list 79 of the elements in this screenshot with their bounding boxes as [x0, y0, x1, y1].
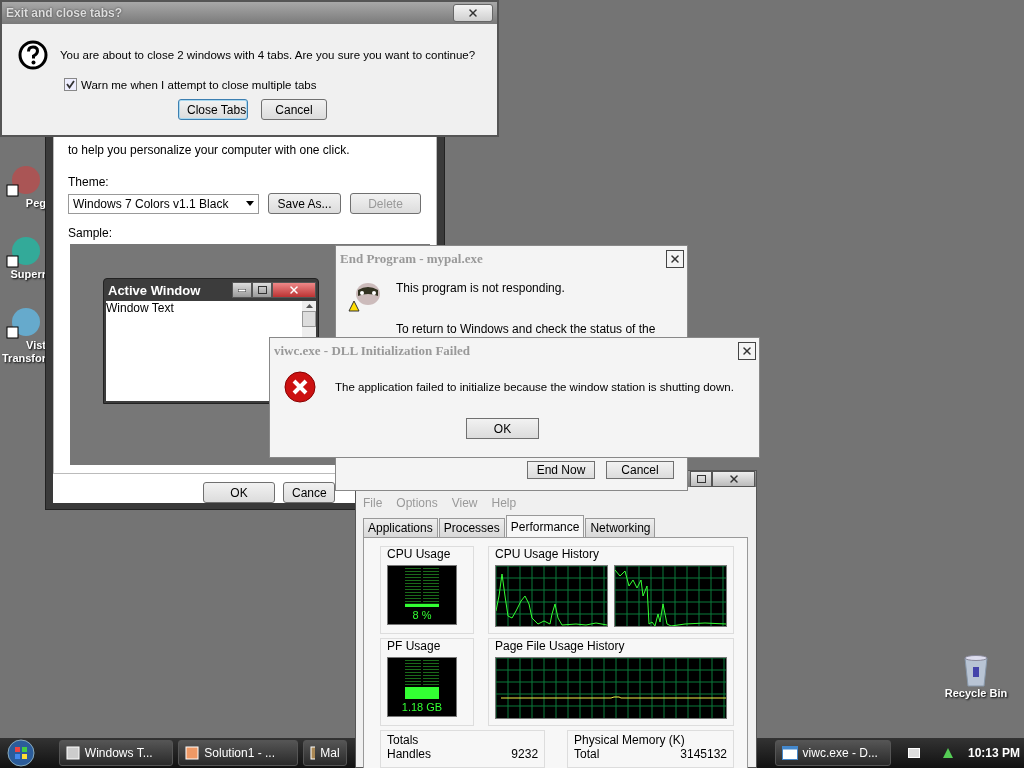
dialog-button[interactable]: Close Tabs	[178, 99, 248, 120]
shortcut-icon[interactable]	[6, 165, 40, 197]
group-title: CPU Usage	[387, 547, 452, 561]
error-message: The application failed to initialize because the window station is shutting down.	[335, 381, 734, 393]
close-icon	[288, 284, 300, 296]
window-title: Exit and close tabs?	[6, 6, 123, 20]
restore-icon	[696, 475, 706, 483]
question-icon	[18, 40, 48, 70]
dropdown-arrow-icon[interactable]	[246, 201, 254, 206]
stat-label: Handles	[387, 747, 432, 761]
recycle-bin-icon[interactable]	[963, 655, 989, 687]
tab[interactable]: Applications	[363, 518, 438, 537]
group-title: Physical Memory (K)	[574, 733, 686, 747]
tab[interactable]: Networking	[585, 518, 656, 537]
dialog-button[interactable]: End Now	[527, 461, 595, 479]
app-icon	[185, 746, 200, 760]
checkbox[interactable]	[64, 78, 77, 91]
dialog-button[interactable]: Cance	[283, 482, 335, 503]
stat-label: Total	[574, 747, 600, 761]
app-icon	[309, 746, 316, 760]
dialog-message: To return to Windows and check the status of the	[396, 322, 656, 336]
close-button[interactable]	[738, 342, 756, 360]
sample-window-title: Active Window	[108, 282, 201, 298]
maximize-button[interactable]	[252, 282, 272, 298]
tray-network-icon[interactable]	[941, 746, 955, 760]
start-orb-icon[interactable]	[4, 739, 38, 767]
taskbar-button[interactable]: Windows T...	[58, 740, 174, 766]
taskbar-button[interactable]: viwc.exe - D...	[774, 740, 892, 766]
dialog-button[interactable]: Cancel	[261, 99, 327, 120]
stat-value: 3145132	[680, 747, 727, 761]
close-icon	[467, 7, 479, 19]
scrollbar[interactable]	[302, 301, 316, 339]
sample-window-text: Window Text	[106, 301, 174, 315]
close-icon	[741, 345, 753, 357]
error-icon	[283, 370, 317, 404]
close-icon	[669, 253, 681, 265]
window-icon	[781, 746, 798, 760]
group-title: CPU Usage History	[495, 547, 601, 561]
desktop-icon-label[interactable]: Recycle Bin	[938, 687, 1014, 700]
group-title: Page File Usage History	[495, 639, 626, 653]
app-icon	[65, 746, 80, 760]
checkbox-label[interactable]: Warn me when I attempt to close multiple tabs	[81, 78, 317, 91]
tab[interactable]: Processes	[438, 518, 505, 537]
maximize-icon	[257, 286, 267, 294]
close-icon	[727, 473, 740, 485]
dialog-button[interactable]: OK	[203, 482, 275, 503]
close-button[interactable]	[453, 4, 493, 22]
tray-keyboard-icon[interactable]	[908, 748, 921, 758]
taskbar-button[interactable]: Solution1 - ...	[178, 740, 298, 766]
shortcut-icon[interactable]	[6, 236, 40, 268]
dialog-message: This program is not responding.	[396, 281, 566, 295]
restore-button[interactable]	[690, 471, 712, 487]
meter-reading: 8 %	[412, 609, 432, 621]
dialog-button[interactable]: Cancel	[606, 461, 674, 479]
desktop-icon-label[interactable]: Vist Transfor	[0, 339, 46, 365]
shortcut-icon[interactable]	[6, 307, 40, 339]
theme-button[interactable]: Save As...	[268, 193, 341, 214]
dialog-title: viwc.exe - DLL Initialization Failed	[274, 343, 471, 359]
minimize-icon	[238, 288, 246, 292]
dialog-title: End Program - mypal.exe	[340, 251, 483, 267]
theme-label: Theme:	[68, 175, 110, 189]
intro-text: to help you personalize your computer with one click.	[68, 143, 351, 157]
scroll-up-arrow-icon[interactable]	[305, 304, 313, 308]
clock[interactable]: 10:13 PM	[968, 746, 1020, 760]
ok-button[interactable]: OK	[466, 418, 539, 439]
close-button[interactable]	[666, 250, 684, 268]
taskbar-button[interactable]: Mal	[302, 740, 347, 766]
desktop-icon-label[interactable]: Superr	[0, 268, 46, 281]
group-title: PF Usage	[387, 639, 442, 653]
tab[interactable]: Performance	[505, 515, 585, 537]
theme-dropdown[interactable]: Windows 7 Colors v1.1 Black	[68, 193, 259, 214]
sample-label: Sample:	[68, 226, 114, 240]
stat-value: 9232	[511, 747, 539, 761]
dialog-message: You are about to close 2 windows with 4 tabs. Are you sure you want to continue?	[60, 49, 476, 61]
meter-reading: 1.18 GB	[401, 701, 443, 713]
group-title: Totals	[387, 733, 420, 747]
desktop-icon-label[interactable]: Peg	[0, 197, 46, 210]
minimize-button[interactable]	[232, 282, 252, 298]
close-button[interactable]	[712, 471, 755, 487]
